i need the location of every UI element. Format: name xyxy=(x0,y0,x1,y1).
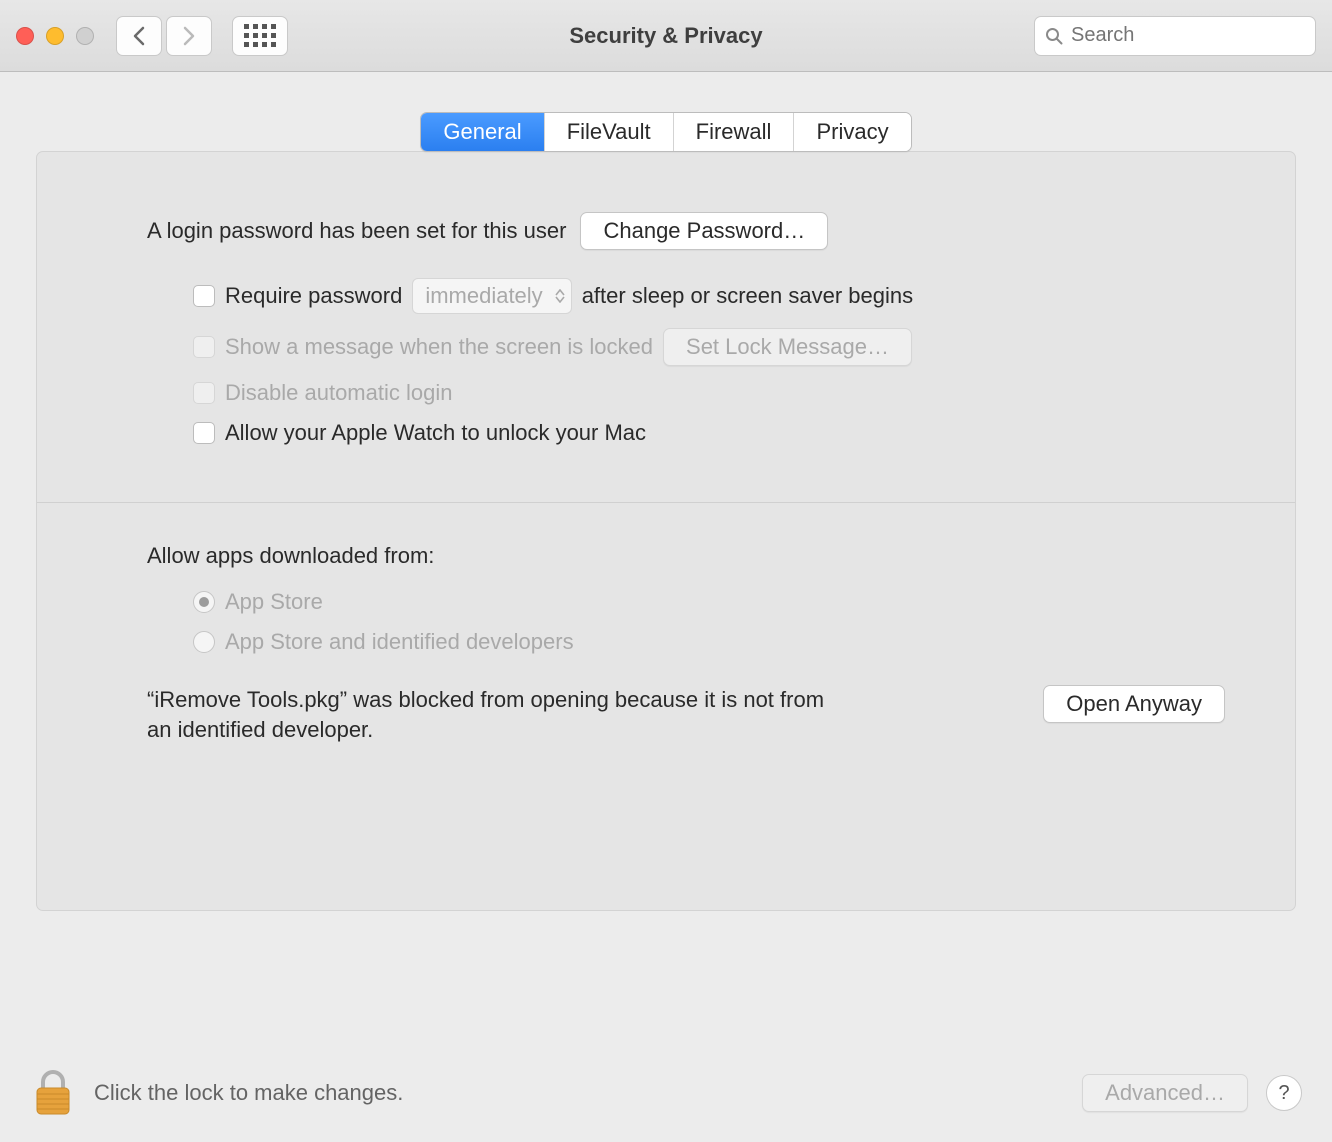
require-password-checkbox[interactable] xyxy=(193,285,215,307)
chevron-right-icon xyxy=(182,26,196,46)
open-anyway-button[interactable]: Open Anyway xyxy=(1043,685,1225,723)
grid-icon xyxy=(244,24,276,47)
close-window-button[interactable] xyxy=(16,27,34,45)
divider xyxy=(37,502,1295,503)
disable-auto-login-checkbox xyxy=(193,382,215,404)
lock-icon[interactable] xyxy=(30,1068,76,1118)
login-options: Require password immediately after sleep… xyxy=(107,278,1225,446)
apple-watch-unlock-label: Allow your Apple Watch to unlock your Ma… xyxy=(225,420,646,446)
require-password-delay-value: immediately xyxy=(425,283,542,308)
allow-apps-app-store-row: App Store xyxy=(193,589,1225,615)
show-lock-message-checkbox xyxy=(193,336,215,358)
allow-apps-identified-radio xyxy=(193,631,215,653)
minimize-window-button[interactable] xyxy=(46,27,64,45)
disable-auto-login-label: Disable automatic login xyxy=(225,380,452,406)
blocked-app-message: “iRemove Tools.pkg” was blocked from ope… xyxy=(147,685,827,744)
show-all-prefs-button[interactable] xyxy=(232,16,288,56)
require-password-suffix: after sleep or screen saver begins xyxy=(582,283,913,309)
tab-filevault[interactable]: FileVault xyxy=(545,113,674,151)
allow-apps-identified-label: App Store and identified developers xyxy=(225,629,574,655)
search-input[interactable] xyxy=(1071,24,1332,47)
footer: Click the lock to make changes. Advanced… xyxy=(0,1048,1332,1142)
show-lock-message-label: Show a message when the screen is locked xyxy=(225,334,653,360)
apple-watch-unlock-row: Allow your Apple Watch to unlock your Ma… xyxy=(193,420,1225,446)
set-lock-message-button: Set Lock Message… xyxy=(663,328,912,366)
advanced-button: Advanced… xyxy=(1082,1074,1248,1112)
nav-back-forward xyxy=(116,16,212,56)
forward-button xyxy=(166,16,212,56)
tab-firewall[interactable]: Firewall xyxy=(674,113,795,151)
require-password-delay-select: immediately xyxy=(412,278,571,314)
require-password-row: Require password immediately after sleep… xyxy=(193,278,1225,314)
allow-apps-app-store-label: App Store xyxy=(225,589,323,615)
help-button[interactable]: ? xyxy=(1266,1075,1302,1111)
zoom-window-button xyxy=(76,27,94,45)
blocked-app-row: “iRemove Tools.pkg” was blocked from ope… xyxy=(147,685,1225,744)
allow-apps-app-store-radio xyxy=(193,591,215,613)
disable-auto-login-row: Disable automatic login xyxy=(193,380,1225,406)
titlebar: Security & Privacy xyxy=(0,0,1332,72)
allow-apps-section: Allow apps downloaded from: App Store Ap… xyxy=(107,543,1225,744)
chevron-left-icon xyxy=(132,26,146,46)
allow-apps-heading: Allow apps downloaded from: xyxy=(147,543,1225,569)
show-lock-message-row: Show a message when the screen is locked… xyxy=(193,328,1225,366)
general-panel: A login password has been set for this u… xyxy=(36,151,1296,911)
content-area: General FileVault Firewall Privacy A log… xyxy=(0,72,1332,911)
search-field-container[interactable] xyxy=(1034,16,1316,56)
search-icon xyxy=(1045,27,1063,45)
back-button[interactable] xyxy=(116,16,162,56)
lock-hint-text: Click the lock to make changes. xyxy=(94,1080,403,1106)
require-password-label: Require password xyxy=(225,283,402,309)
updown-icon xyxy=(555,289,565,303)
allow-apps-identified-row: App Store and identified developers xyxy=(193,629,1225,655)
allow-apps-radio-group: App Store App Store and identified devel… xyxy=(147,589,1225,655)
tab-bar: General FileVault Firewall Privacy xyxy=(36,112,1296,152)
apple-watch-unlock-checkbox[interactable] xyxy=(193,422,215,444)
change-password-button[interactable]: Change Password… xyxy=(580,212,828,250)
tab-privacy[interactable]: Privacy xyxy=(794,113,910,151)
tab-general[interactable]: General xyxy=(421,113,544,151)
login-password-text: A login password has been set for this u… xyxy=(147,218,566,244)
tab-segment: General FileVault Firewall Privacy xyxy=(420,112,911,152)
login-password-row: A login password has been set for this u… xyxy=(107,212,1225,250)
window-controls xyxy=(16,27,94,45)
